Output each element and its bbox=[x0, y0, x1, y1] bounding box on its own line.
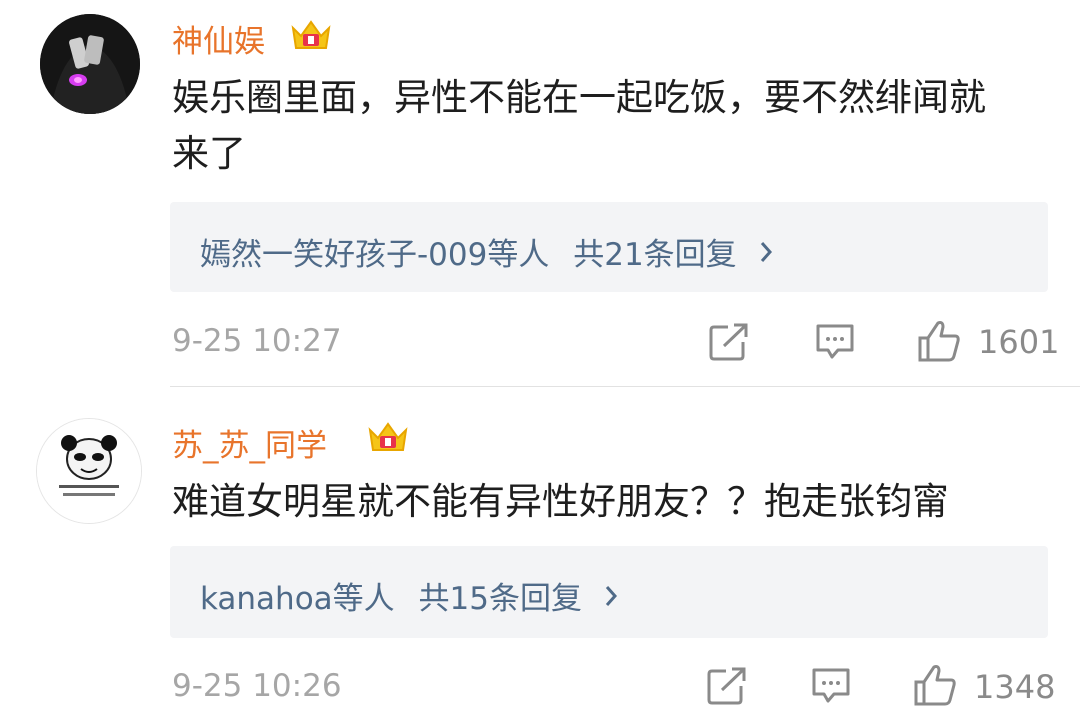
chevron-right-icon bbox=[602, 582, 620, 617]
avatar-image bbox=[37, 419, 141, 523]
replies-panel[interactable]: 嫣然一笑好孩子-009等人 共21条回复 bbox=[170, 202, 1048, 292]
share-icon[interactable] bbox=[708, 322, 750, 366]
thumbs-up-icon[interactable] bbox=[912, 662, 958, 712]
timestamp: 9-25 10:27 bbox=[172, 323, 342, 359]
reply-users: kanahoa等人 bbox=[200, 581, 395, 617]
comment-icon[interactable] bbox=[810, 666, 852, 710]
username[interactable]: 神仙娱 bbox=[172, 16, 265, 61]
comment-icon[interactable] bbox=[814, 322, 856, 366]
replies-panel[interactable]: kanahoa等人 共15条回复 bbox=[170, 546, 1048, 638]
reply-summary[interactable]: kanahoa等人 共15条回复 bbox=[200, 573, 620, 618]
reply-count: 共21条回复 bbox=[573, 237, 737, 273]
thumbs-up-icon[interactable] bbox=[916, 318, 962, 368]
crown-icon bbox=[366, 416, 410, 456]
comment-text: 娱乐圈里面，异性不能在一起吃饭，要不然绯闻就来了 bbox=[172, 76, 986, 175]
comment-text: 难道女明星就不能有异性好朋友？？抱走张钧甯 bbox=[172, 480, 949, 523]
comment-item: 神仙娱 娱乐圈里面，异性不能在一起吃饭，要不然绯闻就来了 嫣然一笑好孩子-009… bbox=[0, 0, 1080, 388]
like-count: 1601 bbox=[978, 323, 1060, 361]
reply-count: 共15条回复 bbox=[418, 581, 582, 617]
like-count: 1348 bbox=[974, 668, 1056, 706]
avatar[interactable] bbox=[36, 418, 142, 524]
reply-users: 嫣然一笑好孩子-009等人 bbox=[200, 237, 550, 273]
chevron-right-icon bbox=[757, 238, 775, 273]
reply-summary[interactable]: 嫣然一笑好孩子-009等人 共21条回复 bbox=[200, 229, 775, 274]
avatar[interactable] bbox=[40, 14, 140, 114]
share-icon[interactable] bbox=[706, 666, 748, 710]
username[interactable]: 苏_苏_同学 bbox=[172, 420, 327, 465]
divider bbox=[170, 386, 1080, 387]
timestamp: 9-25 10:26 bbox=[172, 668, 342, 704]
crown-icon bbox=[289, 14, 333, 54]
comment-item: 苏_苏_同学 难道女明星就不能有异性好朋友？？抱走张钧甯 kanahoa等人 共… bbox=[0, 388, 1080, 727]
avatar-image bbox=[40, 14, 140, 114]
